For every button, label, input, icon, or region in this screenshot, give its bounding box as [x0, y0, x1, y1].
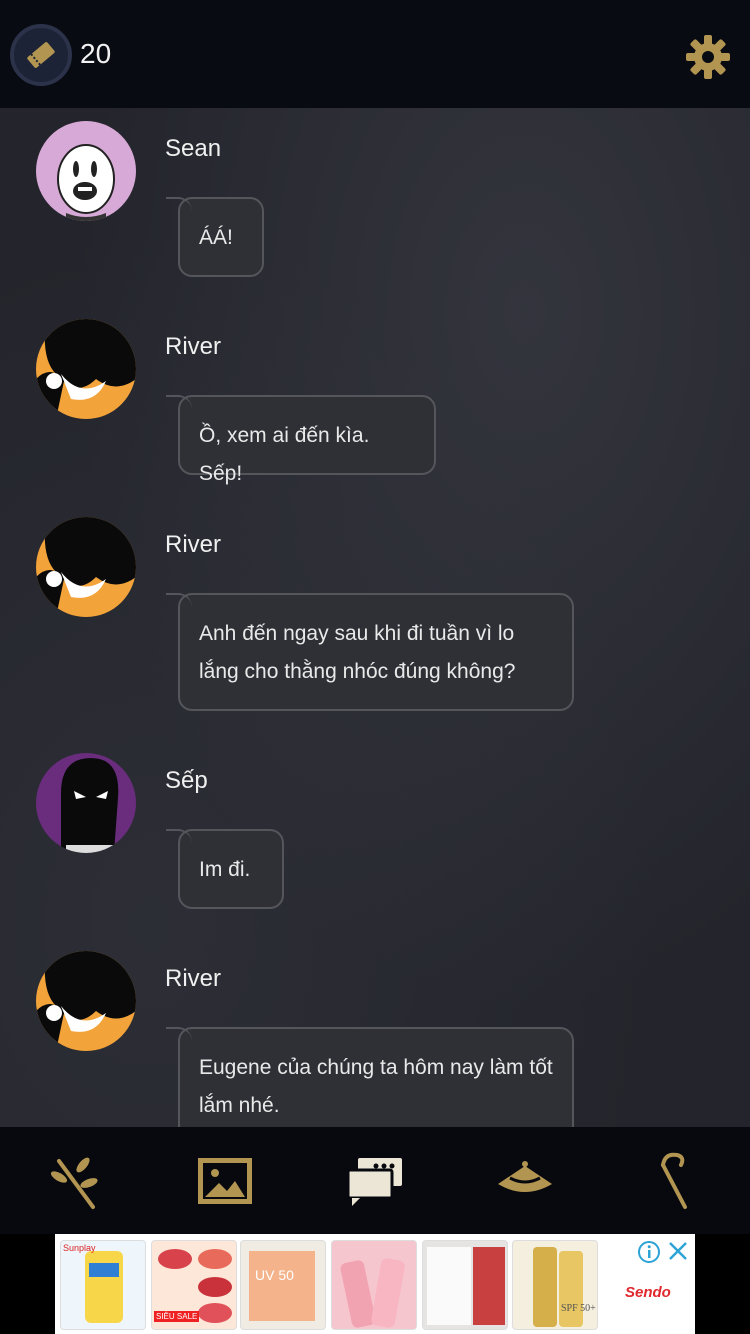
close-icon [669, 1242, 687, 1260]
message-bubble: Anh đến ngay sau khi đi tuần vì lo lắng … [166, 593, 574, 711]
cane-icon [661, 1152, 687, 1209]
ad-tile-label: Sunplay [63, 1243, 96, 1253]
sender-name: River [165, 531, 222, 558]
ad-product-tile[interactable]: Sunplay [60, 1240, 146, 1330]
ad-bar: Sunplay SIÊU SALE UV 50 SPF 50+ Sendo [0, 1234, 750, 1334]
ad-product-tile[interactable] [331, 1240, 417, 1330]
message-bubble: Im đi. [166, 829, 284, 909]
settings-button[interactable] [684, 33, 732, 81]
ticket-icon [22, 36, 60, 74]
ad-info-button[interactable] [637, 1240, 661, 1268]
sean-avatar[interactable] [36, 121, 136, 221]
nav-chat[interactable] [345, 1151, 405, 1211]
ad-product-tile[interactable]: SPF 50+ [512, 1240, 598, 1330]
river-avatar[interactable] [36, 951, 136, 1051]
nav-hat[interactable] [495, 1151, 555, 1211]
hat-icon [498, 1161, 552, 1192]
sender-name: Sean [165, 135, 222, 162]
image-gallery-icon [198, 1158, 252, 1204]
gear-icon [686, 35, 730, 79]
ad-product-tile[interactable]: SIÊU SALE [151, 1240, 237, 1330]
river-avatar[interactable] [36, 319, 136, 419]
ad-product-tile[interactable] [422, 1240, 508, 1330]
branch-icon [50, 1157, 98, 1209]
top-bar: 20 [0, 0, 750, 108]
ad-tile-label: SIÊU SALE [154, 1311, 200, 1322]
ad-close-button[interactable] [667, 1240, 689, 1266]
ad-product-tile[interactable]: UV 50 [240, 1240, 326, 1330]
nav-gallery[interactable] [195, 1151, 255, 1211]
sender-name: River [165, 965, 222, 992]
info-icon [638, 1241, 660, 1263]
ad-tile-label: SPF 50+ [561, 1303, 596, 1314]
ticket-count: 20 [80, 38, 112, 69]
message-bubble: ÁÁ! [166, 197, 264, 277]
nav-branch[interactable] [45, 1151, 105, 1211]
bottom-nav [0, 1127, 750, 1234]
ticket-badge[interactable] [10, 24, 72, 86]
ad-tile-label: UV 50 [255, 1267, 294, 1283]
sender-name: River [165, 333, 222, 360]
nav-cane[interactable] [645, 1151, 705, 1211]
message-bubble: Eugene của chúng ta hôm nay làm tốt lắm … [166, 1027, 574, 1127]
sep-avatar[interactable] [36, 753, 136, 853]
ad-banner[interactable]: Sunplay SIÊU SALE UV 50 SPF 50+ Sendo [55, 1234, 695, 1334]
chat-icon [346, 1158, 402, 1206]
chat-area[interactable]: Sean ÁÁ! River Ồ, xem ai đến kìa. Sếp! R… [0, 108, 750, 1127]
ad-brand-label: Sendo [625, 1284, 671, 1301]
river-avatar[interactable] [36, 517, 136, 617]
sender-name: Sếp [165, 767, 208, 794]
message-bubble: Ồ, xem ai đến kìa. Sếp! [166, 395, 436, 485]
